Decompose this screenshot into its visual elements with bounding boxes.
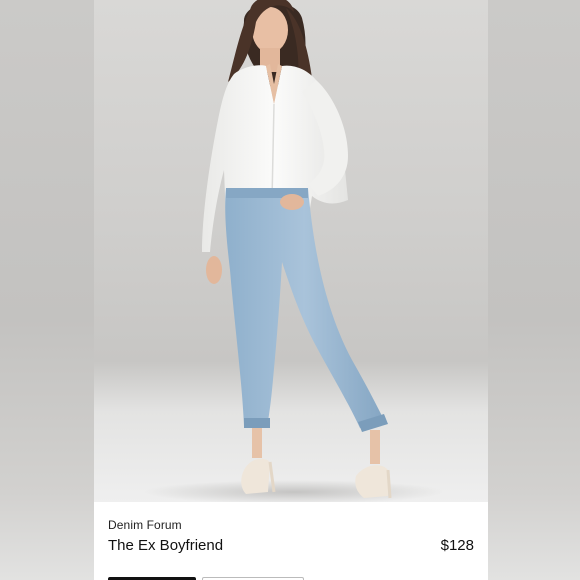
product-price: $128 xyxy=(440,537,474,554)
model-illustration xyxy=(144,0,444,502)
blurred-backdrop-right xyxy=(488,0,580,580)
blurred-backdrop-left xyxy=(0,0,94,580)
brand-label[interactable]: Denim Forum xyxy=(108,518,182,532)
listing-card[interactable]: Denim Forum The Ex Boyfriend $128 xyxy=(94,0,488,580)
listing-frame: Denim Forum The Ex Boyfriend $128 xyxy=(0,0,580,580)
product-photo[interactable] xyxy=(94,0,488,502)
product-title[interactable]: The Ex Boyfriend xyxy=(108,537,223,554)
listing-info: Denim Forum The Ex Boyfriend $128 xyxy=(94,502,488,580)
